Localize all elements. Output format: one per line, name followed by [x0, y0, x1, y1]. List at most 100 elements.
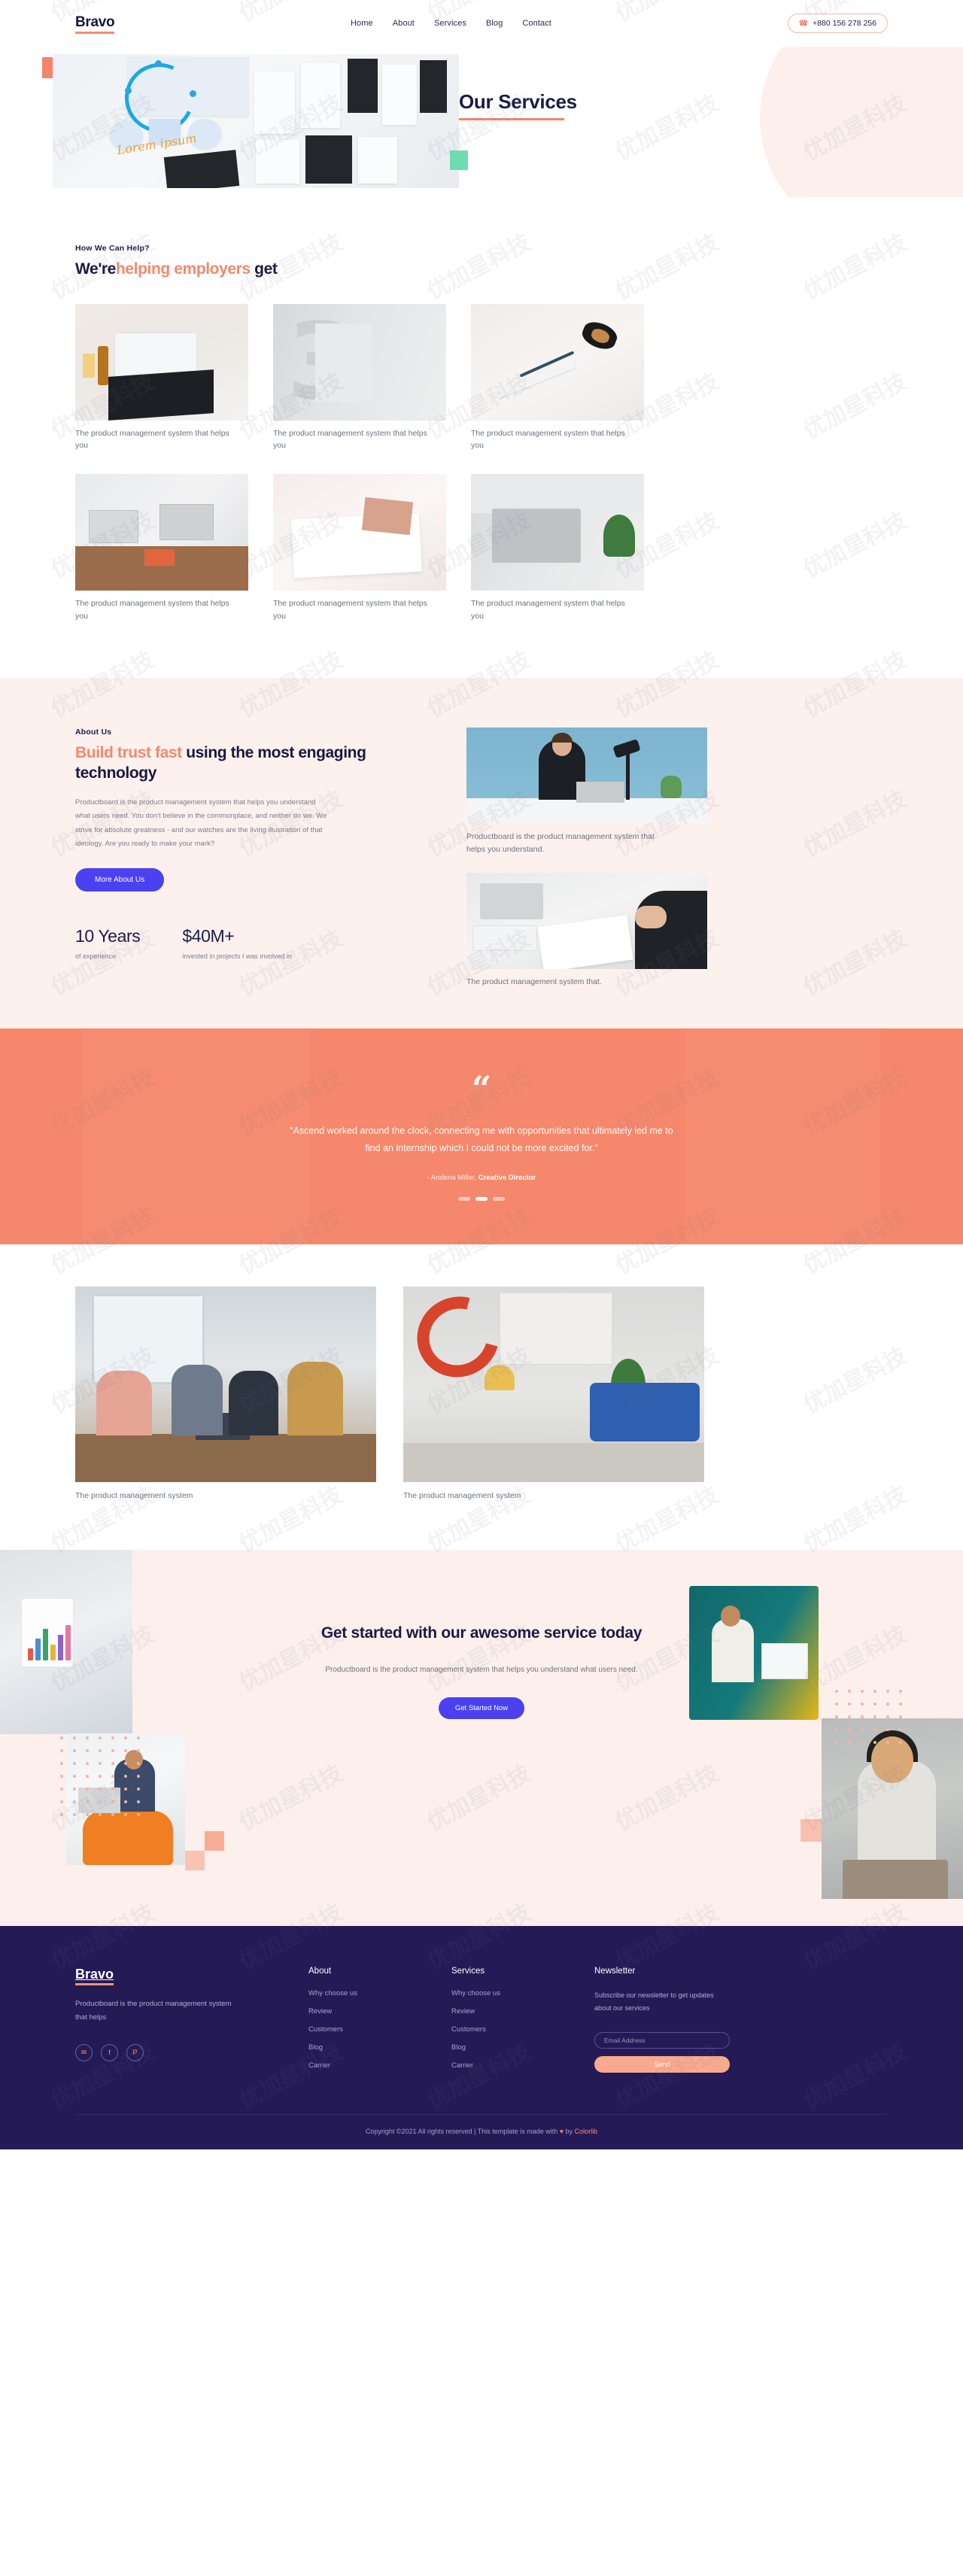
services-title: We'rehelping employers get — [75, 260, 888, 280]
footer-brand-column: Bravo Productboard is the product manage… — [75, 1967, 278, 2079]
newsletter-email-input[interactable] — [594, 2031, 730, 2049]
testimonial-author-role: Creative Director — [478, 1174, 536, 1183]
service-card-image — [471, 474, 644, 591]
about-image-businessman — [466, 727, 707, 824]
about-media-caption: The product management system that. — [466, 977, 602, 986]
service-card-caption: The product management system that helps… — [471, 599, 625, 621]
footer-link-customers[interactable]: Customers — [451, 2025, 564, 2034]
nav-item-about[interactable]: About — [393, 19, 415, 28]
newsletter-text: Subscribe our newsletter to get updates … — [594, 1991, 714, 2012]
copyright-by: by — [564, 2128, 575, 2136]
stats-row: 10 Years of experience $40M+ invested in… — [75, 926, 406, 960]
footer-link-review[interactable]: Review — [451, 2007, 564, 2016]
about-media-column: Productboard is the product management s… — [466, 727, 888, 988]
nav-item-contact[interactable]: Contact — [522, 19, 551, 28]
social-links: ✉ f P — [75, 2043, 278, 2061]
about-body-text: Productboard is the product management s… — [75, 797, 327, 849]
service-card-caption: The product management system that helps… — [273, 599, 427, 621]
services-eyebrow: How We Can Help? — [75, 244, 150, 253]
services-title-lead: We're — [75, 260, 116, 278]
stat-item: $40M+ invested in projects I was involve… — [182, 926, 292, 960]
nav-item-blog[interactable]: Blog — [486, 19, 503, 28]
testimonial-quote: “Ascend worked around the clock, connect… — [290, 1125, 673, 1154]
stat-value: 10 Years — [75, 925, 141, 946]
cta-image-man-presenting — [689, 1586, 819, 1721]
hero-image: Lorem ipsum — [53, 54, 459, 188]
about-section: About Us Build trust fast using the most… — [0, 677, 963, 1029]
service-card[interactable]: The product management system that helps… — [75, 303, 248, 452]
footer-link-why-choose-us[interactable]: Why choose us — [308, 1989, 421, 1997]
cta-image-tablet-charts — [0, 1550, 132, 1735]
page-title-underline — [459, 118, 564, 120]
footer-link-carrier[interactable]: Carrier — [451, 2061, 564, 2070]
services-title-tail: get — [250, 260, 278, 278]
service-card-caption: The product management system that helps… — [471, 428, 625, 451]
stat-item: 10 Years of experience — [75, 925, 141, 960]
gallery-item[interactable]: The product management system — [403, 1286, 704, 1500]
service-card-image: 3 — [273, 303, 446, 421]
gallery-item[interactable]: The product management system — [75, 1286, 376, 1500]
gallery-section: The product management system The produc… — [0, 1244, 963, 1551]
cta-accent-square-c — [800, 1819, 822, 1842]
footer-link-review[interactable]: Review — [308, 2007, 421, 2016]
more-about-us-button[interactable]: More About Us — [75, 867, 165, 892]
get-started-button[interactable]: Get Started Now — [438, 1697, 525, 1719]
twitter-icon[interactable]: ✉ — [75, 2043, 93, 2061]
carousel-dot-1[interactable] — [458, 1197, 470, 1201]
carousel-dot-2[interactable] — [475, 1197, 488, 1201]
footer-column-about: About Why choose us Review Customers Blo… — [308, 1967, 421, 2079]
footer-link-blog[interactable]: Blog — [451, 2043, 564, 2052]
quote-icon: “ — [471, 1068, 492, 1110]
gallery-caption: The product management system — [403, 1491, 521, 1501]
service-card[interactable]: The product management system that helps… — [273, 474, 446, 622]
brand-logo[interactable]: Bravo — [75, 14, 115, 34]
testimonial-pagination — [0, 1197, 963, 1201]
footer-logo[interactable]: Bravo — [75, 1967, 114, 1986]
footer-link-blog[interactable]: Blog — [308, 2043, 421, 2052]
cta-subtitle: Productboard is the product management s… — [325, 1665, 638, 1674]
service-card[interactable]: The product management system that helps… — [471, 303, 644, 452]
about-media-caption: Productboard is the product management s… — [466, 831, 655, 854]
nav-item-services[interactable]: Services — [434, 19, 466, 28]
service-card[interactable]: The product management system that helps… — [471, 474, 644, 622]
about-image-sketching — [466, 872, 707, 969]
phone-button[interactable]: ☎ +880 156 278 256 — [787, 14, 888, 33]
footer-link-customers[interactable]: Customers — [308, 2025, 421, 2034]
testimonial-author: - Anderia Miller, Creative Director — [0, 1174, 963, 1182]
service-card-image — [273, 474, 446, 591]
footer-column-heading: Services — [451, 1967, 485, 1976]
services-title-highlight: helping employers — [115, 260, 251, 278]
newsletter-heading: Newsletter — [594, 1967, 636, 1976]
footer-link-why-choose-us[interactable]: Why choose us — [451, 1989, 564, 1997]
nav-item-home[interactable]: Home — [351, 19, 373, 28]
stat-label: invested in projects I was involved in — [182, 952, 292, 960]
newsletter-send-button[interactable]: Send — [594, 2055, 730, 2073]
service-card[interactable]: The product management system that helps… — [75, 474, 248, 622]
footer-column-heading: About — [308, 1967, 332, 1976]
service-card[interactable]: 3 The product management system that hel… — [273, 303, 446, 452]
service-card-image — [471, 303, 644, 421]
colorlib-link[interactable]: Colorlib — [575, 2128, 598, 2135]
about-title: Build trust fast using the most engaging… — [75, 743, 406, 784]
site-footer: Bravo Productboard is the product manage… — [0, 1926, 963, 2150]
services-card-grid: The product management system that helps… — [75, 303, 888, 622]
stat-value: $40M+ — [182, 925, 235, 946]
main-nav: Home About Services Blog Contact — [114, 19, 787, 28]
footer-link-carrier[interactable]: Carrier — [308, 2061, 421, 2070]
pinterest-icon[interactable]: P — [126, 2043, 144, 2061]
hero-accent-green — [450, 150, 468, 170]
testimonial-section: “ “Ascend worked around the clock, conne… — [0, 1028, 963, 1245]
facebook-icon[interactable]: f — [101, 2043, 118, 2061]
carousel-dot-3[interactable] — [493, 1197, 505, 1201]
cta-accent-square-b — [205, 1831, 224, 1852]
page-title: Our Services — [459, 90, 577, 113]
service-card-caption: The product management system that helps… — [75, 428, 229, 451]
footer-column-services: Services Why choose us Review Customers … — [451, 1967, 564, 2079]
gallery-image-office-interior — [403, 1286, 704, 1483]
gallery-caption: The product management system — [75, 1491, 193, 1501]
hero-section: Lorem ipsum Our Services — [0, 47, 963, 197]
footer-about-text: Productboard is the product management s… — [75, 2000, 232, 2022]
service-card-caption: The product management system that helps… — [273, 428, 427, 451]
phone-number: +880 156 278 256 — [813, 19, 876, 28]
stat-label: of experience — [75, 952, 117, 960]
